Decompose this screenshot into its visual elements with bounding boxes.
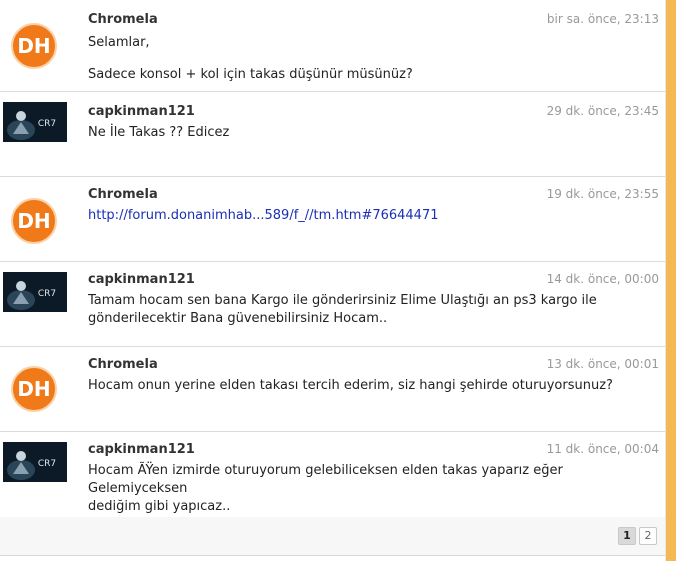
- message-item: DH Chromela 19 dk. önce, 23:55 http://fo…: [0, 177, 665, 262]
- page-button[interactable]: 2: [639, 527, 657, 545]
- message-item: DH Chromela 13 dk. önce, 00:01 Hocam onu…: [0, 347, 665, 432]
- chromela-avatar[interactable]: DH: [10, 365, 58, 413]
- message-line: Ne İle Takas ?? Edicez: [88, 125, 230, 140]
- message-link[interactable]: http://forum.donanimhab...589/f_//tm.htm…: [88, 208, 439, 223]
- message-time: 11 dk. önce, 00:04: [546, 442, 659, 456]
- message-author[interactable]: capkinman121: [88, 442, 195, 457]
- message-line: Selamlar,: [88, 35, 150, 50]
- avatar-photo-icon: CR7: [3, 442, 67, 482]
- svg-text:CR7: CR7: [38, 289, 56, 299]
- message-author[interactable]: Chromela: [88, 357, 158, 372]
- message-item: CR7 capkinman121 29 dk. önce, 23:45 Ne İ…: [0, 92, 665, 177]
- pagination-bar: 1 2: [0, 517, 665, 556]
- svg-text:CR7: CR7: [38, 459, 56, 469]
- message-body: Tamam hocam sen bana Kargo ile gönderirs…: [88, 292, 615, 328]
- message-time: 13 dk. önce, 00:01: [546, 357, 659, 371]
- logo-text: DH: [17, 209, 50, 233]
- message-body: Hocam onun yerine elden takası tercih ed…: [88, 377, 615, 395]
- message-body: Ne İle Takas ?? Edicez: [88, 124, 615, 142]
- message-time: 14 dk. önce, 00:00: [546, 272, 659, 286]
- chromela-avatar[interactable]: DH: [10, 22, 58, 70]
- message-line: dediğim gibi yapıcaz..: [88, 499, 231, 514]
- message-body: http://forum.donanimhab...589/f_//tm.htm…: [88, 207, 615, 225]
- message-author[interactable]: Chromela: [88, 12, 158, 27]
- message-line: Hocam onun yerine elden takası tercih ed…: [88, 378, 613, 393]
- message-time: bir sa. önce, 23:13: [546, 12, 659, 26]
- capkinman-avatar[interactable]: CR7: [3, 442, 67, 482]
- side-accent-bar: [666, 0, 676, 561]
- chromela-avatar[interactable]: DH: [10, 197, 58, 245]
- message-author[interactable]: Chromela: [88, 187, 158, 202]
- logo-text: DH: [17, 34, 50, 58]
- message-body: Hocam ÃŸen izmirde oturuyorum gelebilice…: [88, 462, 615, 516]
- capkinman-avatar[interactable]: CR7: [3, 102, 67, 142]
- message-line: gönderilecektir Bana güvenebilirsiniz Ho…: [88, 311, 388, 326]
- message-body: Selamlar, Sadece konsol + kol için takas…: [88, 34, 615, 84]
- message-list: DH Chromela bir sa. önce, 23:13 Selamlar…: [0, 0, 665, 518]
- message-line: Sadece konsol + kol için takas düşünür m…: [88, 67, 413, 82]
- capkinman-avatar[interactable]: CR7: [3, 272, 67, 312]
- message-line: Tamam hocam sen bana Kargo ile gönderirs…: [88, 293, 597, 308]
- page-button-current[interactable]: 1: [618, 527, 636, 545]
- avatar-photo-icon: CR7: [3, 272, 67, 312]
- message-time: 19 dk. önce, 23:55: [546, 187, 659, 201]
- message-item: CR7 capkinman121 11 dk. önce, 00:04 Hoca…: [0, 432, 665, 516]
- message-author[interactable]: capkinman121: [88, 104, 195, 119]
- message-line: Hocam ÃŸen izmirde oturuyorum gelebilice…: [88, 463, 563, 496]
- logo-text: DH: [17, 377, 50, 401]
- message-time: 29 dk. önce, 23:45: [546, 104, 659, 118]
- svg-text:CR7: CR7: [38, 119, 56, 129]
- message-item: CR7 capkinman121 14 dk. önce, 00:00 Tama…: [0, 262, 665, 347]
- avatar-photo-icon: CR7: [3, 102, 67, 142]
- message-item: DH Chromela bir sa. önce, 23:13 Selamlar…: [0, 0, 665, 92]
- message-author[interactable]: capkinman121: [88, 272, 195, 287]
